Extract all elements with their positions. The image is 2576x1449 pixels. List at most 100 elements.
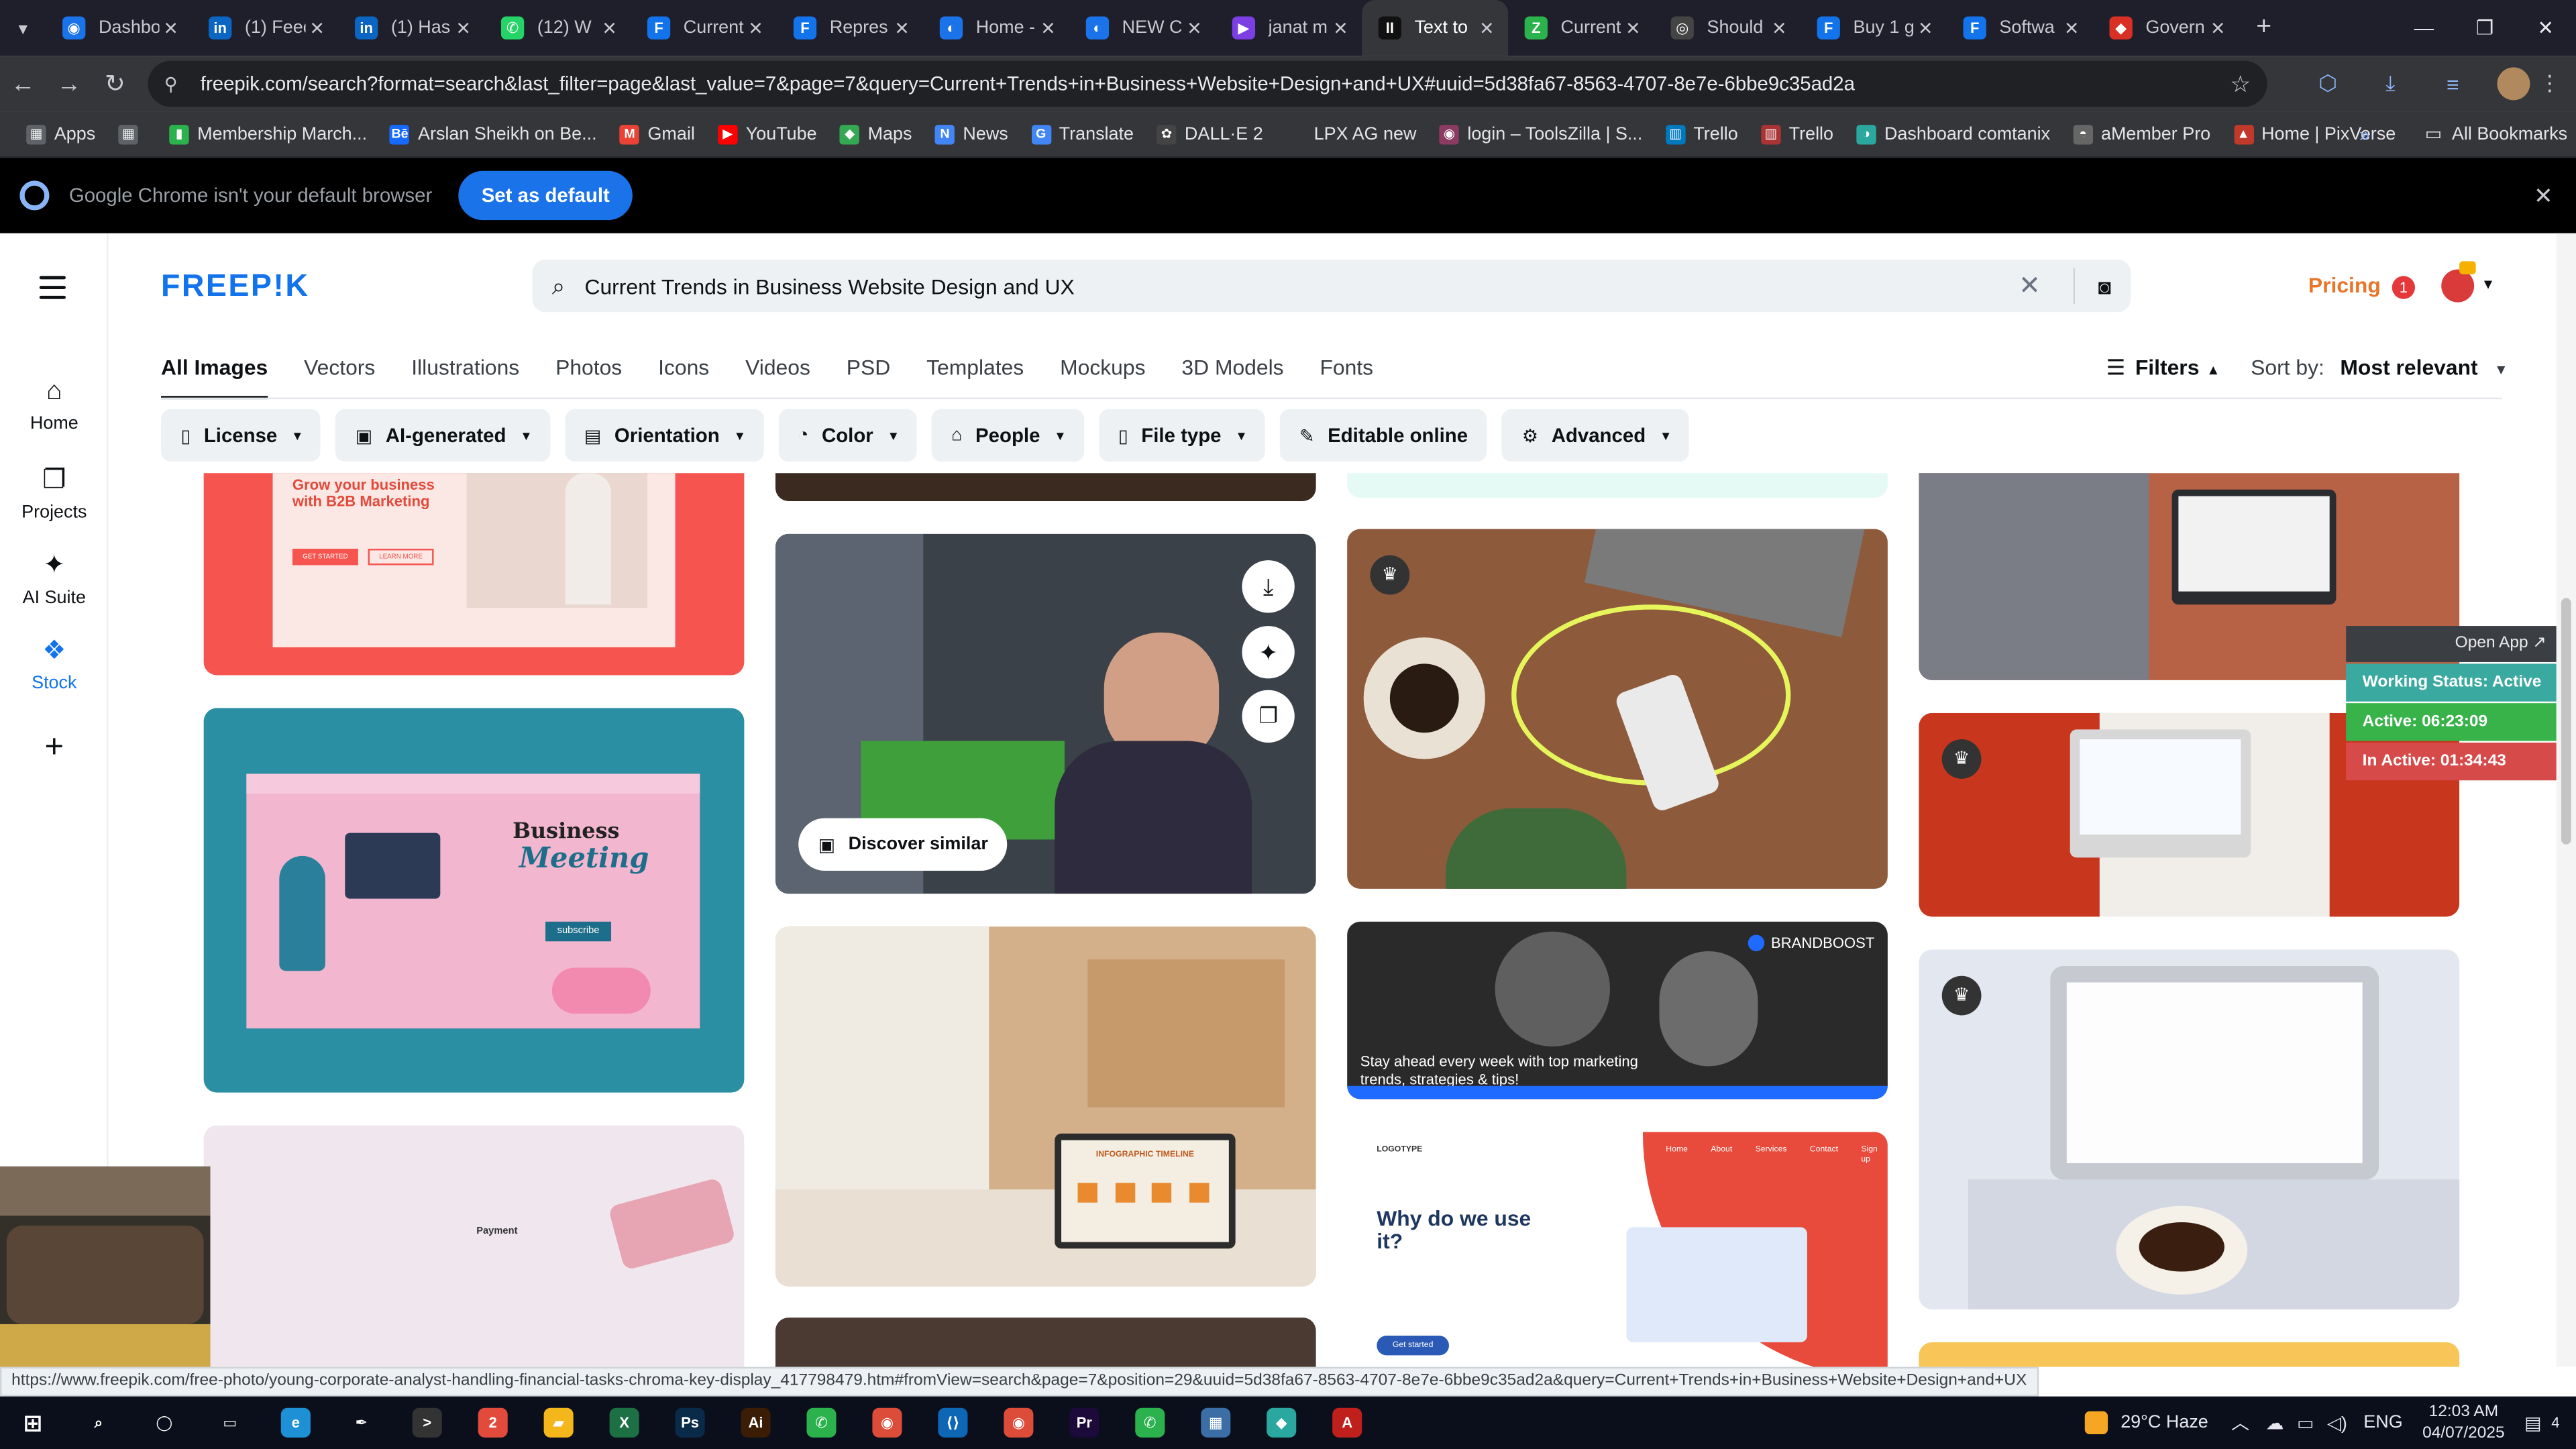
taskbar-start-icon[interactable]: ⊞: [0, 1397, 66, 1449]
minimize-icon[interactable]: —: [2394, 0, 2455, 56]
sidebar-item-home[interactable]: ⌂ Home: [0, 378, 109, 433]
taskbar-search-icon[interactable]: ⌕: [66, 1397, 131, 1449]
tab-close-icon[interactable]: ✕: [451, 17, 474, 38]
sort-value[interactable]: Most relevant: [2340, 355, 2477, 380]
taskbar-phone2-icon[interactable]: ✆: [1117, 1397, 1183, 1449]
freepik-logo[interactable]: FREEP!K: [161, 270, 309, 306]
image-card[interactable]: INFOGRAPHIC TIMELINE: [775, 926, 1316, 1287]
bookmark-item[interactable]: ▦ Apps: [26, 123, 95, 144]
extension-icon[interactable]: ⬡: [2297, 70, 2359, 97]
filter-chip[interactable]: ◔ Color ▾: [777, 409, 917, 462]
bookmark-item[interactable]: Bē Arslan Sheikh on Be...: [390, 123, 597, 144]
forward-icon[interactable]: →: [46, 70, 93, 98]
new-tab-icon[interactable]: +: [2239, 13, 2288, 43]
category-tab[interactable]: All Images: [161, 355, 268, 400]
taskbar-illustrator-icon[interactable]: Ai: [723, 1397, 789, 1449]
back-icon[interactable]: ←: [0, 70, 46, 98]
category-tab[interactable]: 3D Models: [1181, 355, 1283, 399]
image-card[interactable]: Grow your business with B2B Marketing GE…: [203, 473, 745, 676]
hamburger-menu-icon[interactable]: [39, 276, 66, 305]
taskbar-app-red-icon[interactable]: 2: [460, 1397, 526, 1449]
image-card[interactable]: BRANDBOOST Stay ahead every week with to…: [1347, 921, 1888, 1099]
camera-search-icon[interactable]: ◙: [2098, 274, 2111, 299]
browser-tab[interactable]: ✆ (12) W ✕: [484, 0, 631, 56]
taskbar-app-teal-icon[interactable]: ◆: [1248, 1397, 1314, 1449]
filter-chip[interactable]: ⌂ People ▾: [931, 409, 1084, 462]
browser-tab[interactable]: F Buy 1 g ✕: [1801, 0, 1947, 56]
bookmark-item[interactable]: ◆ Maps: [839, 123, 912, 144]
taskbar-cortana-icon[interactable]: ◯: [131, 1397, 197, 1449]
filters-toggle[interactable]: ☰ Filters ▴: [2106, 355, 2218, 381]
tab-close-icon[interactable]: ✕: [2206, 17, 2229, 38]
taskbar-acrobat-icon[interactable]: A: [1314, 1397, 1380, 1449]
category-tab[interactable]: Illustrations: [411, 355, 519, 399]
tab-close-icon[interactable]: ✕: [306, 17, 329, 38]
taskbar-terminal-icon[interactable]: >: [394, 1397, 460, 1449]
taskbar-vscode-icon[interactable]: ⟨⟩: [920, 1397, 985, 1449]
tray-chevron-icon[interactable]: ︿: [2231, 1409, 2249, 1436]
bookmark-item[interactable]: ◓ aMember Pro: [2073, 123, 2210, 144]
category-tab[interactable]: Icons: [658, 355, 709, 399]
tab-close-icon[interactable]: ✕: [1621, 17, 1644, 38]
browser-tab[interactable]: Z Current ✕: [1508, 0, 1654, 56]
open-app-link[interactable]: Open App ↗: [2346, 626, 2557, 662]
bookmark-star-icon[interactable]: ☆: [2230, 70, 2251, 98]
reload-icon[interactable]: ↻: [92, 69, 138, 99]
network-icon[interactable]: ▭: [2297, 1412, 2314, 1433]
browser-tab[interactable]: ◆ Govern ✕: [2093, 0, 2239, 56]
sort-by[interactable]: Sort by: Most relevant ▾: [2251, 355, 2505, 380]
filter-chip[interactable]: ⚙ Advanced ▾: [1502, 409, 1690, 462]
category-tab[interactable]: Mockups: [1060, 355, 1145, 399]
taskbar-premiere-icon[interactable]: Pr: [1051, 1397, 1117, 1449]
tab-close-icon[interactable]: ✕: [1768, 17, 1790, 38]
clock[interactable]: 12:03 AM 04/07/2025: [2422, 1401, 2505, 1444]
page-scrollbar[interactable]: [2556, 233, 2576, 1367]
category-tab[interactable]: Vectors: [304, 355, 375, 399]
webcam-preview[interactable]: [0, 1166, 211, 1367]
site-info-icon[interactable]: ⚲: [164, 73, 191, 94]
volume-icon[interactable]: ◁): [2327, 1412, 2347, 1433]
image-card[interactable]: Business Meeting subscribe: [203, 708, 745, 1093]
menu-kebab-icon[interactable]: ⋮: [2530, 70, 2569, 97]
weather-icon[interactable]: [2084, 1411, 2108, 1434]
taskbar-pen-icon[interactable]: ✒: [329, 1397, 394, 1449]
save-collection-icon[interactable]: ❐: [1242, 690, 1295, 743]
bookmark-item[interactable]: G Translate: [1031, 123, 1134, 144]
bookmark-item[interactable]: ▶ YouTube: [718, 123, 817, 144]
set-default-button[interactable]: Set as default: [458, 170, 633, 221]
browser-tab[interactable]: II Text to ✕: [1362, 0, 1509, 56]
browser-tab[interactable]: in (1) Has ✕: [338, 0, 484, 56]
browser-tab[interactable]: F Repres ✕: [777, 0, 923, 56]
bookmark-item[interactable]: ▥ Trello: [1761, 123, 1833, 144]
url-text[interactable]: freepik.com/search?format=search&last_fi…: [201, 72, 2231, 95]
category-tab[interactable]: Templates: [926, 355, 1024, 399]
user-menu-chevron-icon[interactable]: ▾: [2484, 276, 2492, 294]
browser-tab[interactable]: ▶ janat m ✕: [1216, 0, 1362, 56]
image-card[interactable]: LOGOTYPE Home About Services Contact Sign up…: [1347, 1132, 1888, 1367]
search-input[interactable]: Current Trends in Business Website Desig…: [584, 274, 2019, 299]
category-tab[interactable]: Fonts: [1320, 355, 1373, 399]
download-icon[interactable]: ⤓: [2359, 70, 2422, 97]
taskbar-task-view-icon[interactable]: ▭: [197, 1397, 263, 1449]
filter-chip[interactable]: ✎ Editable online: [1279, 409, 1488, 462]
bookmark-item[interactable]: ◉ login – ToolsZilla | S...: [1439, 123, 1642, 144]
tab-search-icon[interactable]: ▾: [0, 0, 46, 56]
clear-search-icon[interactable]: ✕: [2019, 270, 2041, 303]
image-card[interactable]: [775, 473, 1316, 501]
tab-close-icon[interactable]: ✕: [744, 17, 767, 38]
category-tab[interactable]: Videos: [745, 355, 810, 399]
filter-chip[interactable]: ▣ AI-generated ▾: [335, 409, 550, 462]
pricing-link[interactable]: Pricing: [2308, 273, 2381, 298]
bookmark-item[interactable]: ◑ Dashboard comtanix: [1856, 123, 2050, 144]
tab-close-icon[interactable]: ✕: [1329, 17, 1352, 38]
notification-badge[interactable]: 1: [2392, 276, 2416, 299]
search-bar[interactable]: ⌕ Current Trends in Business Website Des…: [532, 259, 2131, 313]
taskbar-phone-icon[interactable]: ✆: [789, 1397, 855, 1449]
image-card[interactable]: Payment: [203, 1125, 745, 1367]
all-bookmarks[interactable]: ▭ All Bookmarks: [2425, 123, 2567, 145]
media-icon[interactable]: ≡: [2422, 72, 2484, 97]
taskbar-chrome-icon[interactable]: ◉: [854, 1397, 920, 1449]
browser-tab[interactable]: F Softwa ✕: [1947, 0, 2093, 56]
tab-close-icon[interactable]: ✕: [2060, 17, 2083, 38]
bookmark-item[interactable]: ✿ DALL·E 2: [1157, 123, 1263, 144]
